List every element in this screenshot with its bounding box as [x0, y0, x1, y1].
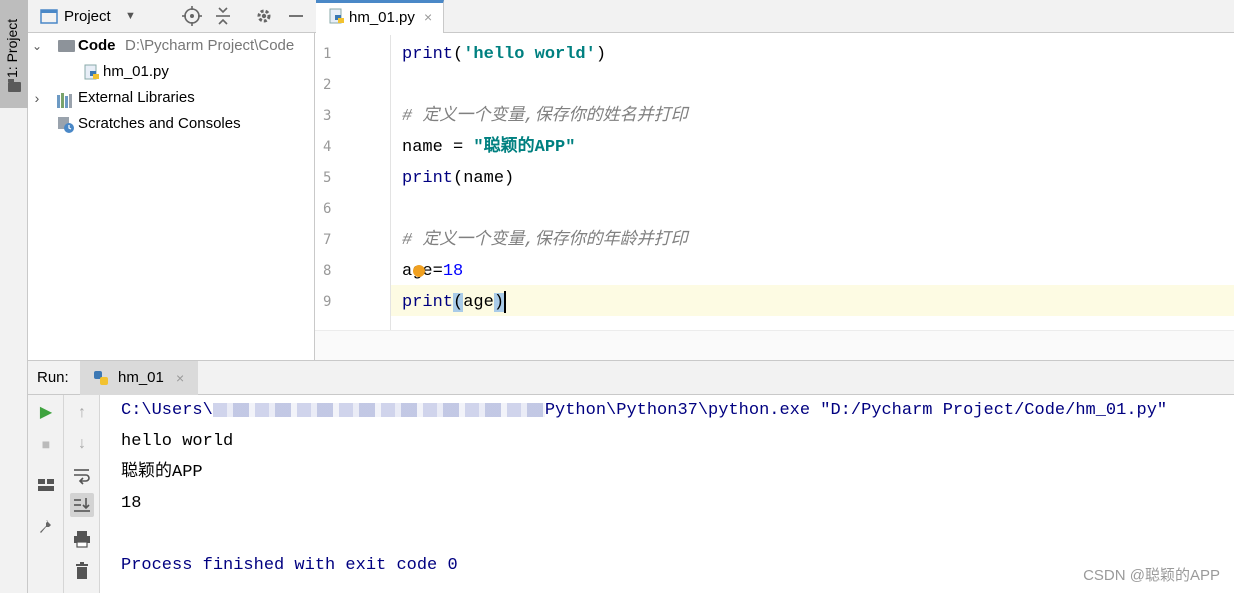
scratches-icon — [57, 116, 75, 143]
left-tool-strip: 1: Project — [0, 0, 28, 593]
gear-icon[interactable] — [255, 0, 273, 33]
editor-bottom-area — [315, 330, 1234, 360]
project-tab-label: 1: Project — [4, 18, 20, 78]
close-icon[interactable]: × — [176, 361, 184, 395]
code-token: print — [402, 293, 454, 312]
editor-tab-hm01[interactable]: hm_01.py × — [316, 0, 444, 33]
console-line-command: C:\Users\ Python\Python37\python.exe "D:/… — [121, 395, 1167, 426]
trash-icon[interactable] — [70, 559, 94, 583]
console-path-prefix: C:\Users\ — [121, 401, 213, 420]
rerun-icon[interactable]: ▶ — [34, 401, 58, 425]
python-file-icon — [328, 8, 346, 30]
chevron-right-icon[interactable]: › — [32, 85, 42, 111]
scratches-label: Scratches and Consoles — [78, 115, 241, 132]
line-number: 4 — [323, 139, 332, 155]
scroll-to-end-icon[interactable] — [70, 493, 94, 517]
project-header: Project ▼ — [28, 0, 315, 33]
code-token: name = — [402, 138, 474, 157]
brace-match-open: ( — [453, 293, 464, 312]
project-view-icon — [40, 0, 58, 33]
folder-name: Code — [78, 37, 116, 54]
console-path-suffix: Python\Python37\python.exe "D:/Pycharm P… — [544, 401, 1168, 420]
run-tab-hm01[interactable]: hm_01 × — [80, 361, 198, 395]
run-panel: Run: hm_01 × ▶ ■ ↑ ↓ C:\Users\ Python\Py… — [28, 360, 1234, 593]
code-string: 'hello world' — [463, 45, 596, 64]
line-number: 9 — [323, 294, 332, 310]
code-comment: # 定义一个变量,保存你的年龄并打印 — [402, 231, 688, 250]
run-tab-label: hm_01 — [118, 369, 164, 386]
file-name: hm_01.py — [103, 63, 169, 80]
watermark: CSDN @聪颖的APP — [1083, 567, 1220, 584]
console-line: 18 — [121, 494, 142, 513]
run-toolbar-secondary: ↑ ↓ — [64, 395, 100, 593]
run-header: Run: hm_01 × — [28, 361, 1234, 395]
tree-item-code-folder[interactable]: ⌄ Code D:\Pycharm Project\Code — [28, 33, 315, 59]
chevron-down-icon[interactable]: ▼ — [125, 0, 136, 33]
chevron-down-icon[interactable]: ⌄ — [32, 33, 42, 59]
line-number: 5 — [323, 170, 332, 186]
run-toolbar-primary: ▶ ■ — [28, 395, 64, 593]
editor-tab-label: hm_01.py — [349, 9, 415, 26]
locate-icon[interactable] — [182, 0, 202, 33]
code-token: print — [402, 169, 454, 188]
line-number: 7 — [323, 232, 332, 248]
run-label: Run: — [37, 369, 69, 386]
intention-bulb-icon[interactable] — [413, 265, 425, 277]
tree-item-external-libraries[interactable]: › External Libraries — [28, 85, 315, 111]
project-view-selector[interactable]: Project — [64, 0, 111, 33]
code-token: ) — [595, 45, 607, 64]
tree-item-hm01[interactable]: hm_01.py — [28, 59, 315, 85]
console-finish-message: Process finished with exit code 0 — [121, 556, 458, 575]
code-line-5[interactable]: print(name) — [402, 163, 514, 194]
print-icon[interactable] — [70, 527, 94, 551]
code-token: print — [402, 45, 454, 64]
line-number: 2 — [323, 77, 332, 93]
close-icon[interactable]: × — [424, 3, 432, 32]
brace-match-close: ) — [493, 293, 505, 312]
minimize-icon[interactable] — [288, 0, 304, 33]
code-token: age — [463, 293, 494, 312]
code-line-7[interactable]: # 定义一个变量,保存你的年龄并打印 — [402, 225, 688, 256]
line-number: 3 — [323, 108, 332, 124]
line-number: 6 — [323, 201, 332, 217]
code-token: (name) — [453, 169, 515, 188]
code-line-9[interactable]: print(age) — [402, 287, 507, 318]
redacted-username — [212, 402, 545, 417]
code-line-4[interactable]: name = "聪颖的APP" — [402, 132, 575, 163]
project-panel: Project ▼ ⌄ Code D:\Pycharm Project\Code… — [28, 0, 315, 360]
folder-icon — [8, 79, 21, 92]
editor-tab-bar: hm_01.py × — [315, 0, 1234, 33]
code-string: "聪颖的APP" — [473, 138, 576, 157]
line-number: 1 — [323, 46, 332, 62]
arrow-down-icon[interactable]: ↓ — [70, 432, 94, 456]
code-line-8[interactable]: age=18 — [402, 256, 463, 287]
layout-icon[interactable] — [34, 473, 58, 497]
console-line: 聪颖的APP — [121, 463, 203, 482]
console-line: hello world — [121, 432, 234, 451]
code-line-3[interactable]: # 定义一个变量,保存你的姓名并打印 — [402, 101, 688, 132]
tree-item-scratches[interactable]: Scratches and Consoles — [28, 111, 315, 137]
code-number: 18 — [442, 262, 464, 281]
stop-icon[interactable]: ■ — [34, 432, 58, 456]
code-comment: # 定义一个变量,保存你的姓名并打印 — [402, 107, 688, 126]
soft-wrap-icon[interactable] — [70, 463, 94, 487]
collapse-all-icon[interactable] — [214, 0, 232, 33]
code-line-1[interactable]: print('hello world') — [402, 39, 606, 70]
pin-icon[interactable] — [34, 515, 58, 539]
text-caret — [504, 290, 507, 313]
arrow-up-icon[interactable]: ↑ — [70, 401, 94, 425]
libraries-label: External Libraries — [78, 89, 195, 106]
folder-icon — [58, 40, 75, 52]
editor: hm_01.py × 1 2 3 4 5 6 7 8 9 print('hell… — [315, 0, 1234, 360]
folder-path: D:\Pycharm Project\Code — [125, 37, 295, 54]
python-icon — [92, 369, 110, 391]
line-number: 8 — [323, 263, 332, 279]
project-tool-window-tab[interactable]: 1: Project — [0, 0, 28, 108]
code-token: ( — [453, 45, 464, 64]
